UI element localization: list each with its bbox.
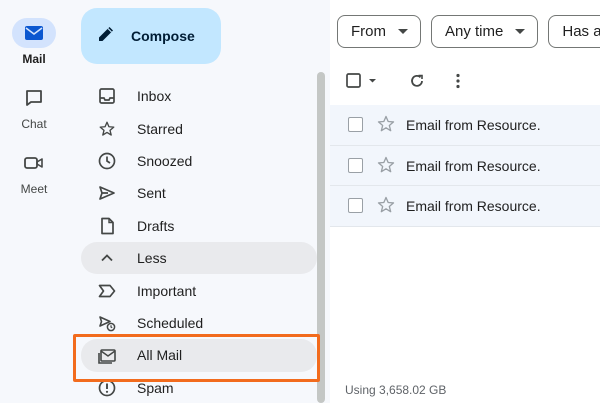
nav-item-scheduled[interactable]: Scheduled	[81, 307, 317, 339]
nav-item-label: Less	[137, 250, 167, 267]
nav-item-label: Snoozed	[137, 152, 193, 169]
nav-item-label: Inbox	[137, 88, 172, 105]
chip-label: From	[351, 23, 386, 40]
nav-item-label: Scheduled	[137, 314, 204, 331]
star-icon[interactable]	[376, 114, 396, 139]
chat-icon	[12, 83, 56, 113]
nav-item-label: Sent	[137, 185, 166, 202]
rail-label: Meet	[20, 182, 48, 196]
email-row[interactable]: Email from Resource.	[330, 105, 600, 146]
star-icon[interactable]	[376, 195, 396, 220]
nav-item-label: All Mail	[137, 347, 183, 364]
filter-has-chip[interactable]: Has a	[548, 15, 600, 48]
nav-sidebar: Compose Inbox Starred Snoozed Sent Draft…	[68, 0, 330, 403]
nav-item-starred[interactable]: Starred	[81, 112, 317, 144]
compose-button[interactable]: Compose	[81, 8, 221, 64]
list-toolbar	[330, 64, 600, 96]
more-vert-icon[interactable]	[448, 71, 468, 91]
row-checkbox[interactable]	[348, 198, 363, 214]
chevron-up-icon	[97, 248, 117, 268]
email-row[interactable]: Email from Resource.	[330, 186, 600, 228]
inbox-icon	[97, 86, 117, 106]
compose-label: Compose	[131, 28, 195, 44]
chip-label: Any time	[445, 23, 504, 40]
star-icon[interactable]	[376, 155, 396, 180]
rail-item-chat[interactable]: Chat	[0, 83, 68, 131]
nav-item-all-mail[interactable]: All Mail	[81, 339, 317, 372]
nav-item-less[interactable]: Less	[81, 241, 317, 275]
select-all-checkbox[interactable]	[346, 72, 376, 90]
nav-list: Inbox Starred Snoozed Sent Drafts Less I…	[81, 80, 317, 403]
chip-label: Has a	[562, 23, 600, 40]
mail-icon	[12, 18, 56, 48]
star-icon	[97, 119, 117, 139]
send-icon	[97, 183, 117, 203]
nav-item-drafts[interactable]: Drafts	[81, 210, 317, 242]
email-list: Email from Resource. Email from Resource…	[330, 105, 600, 228]
app-rail: Mail Chat Meet	[0, 0, 68, 403]
filter-from-chip[interactable]: From	[337, 15, 421, 48]
pencil-icon	[95, 23, 117, 50]
caret-down-icon	[398, 29, 408, 34]
rail-item-meet[interactable]: Meet	[0, 148, 68, 196]
nav-item-label: Drafts	[137, 217, 175, 234]
refresh-icon[interactable]	[407, 71, 427, 91]
nav-item-label: Starred	[137, 120, 183, 137]
meet-icon	[12, 148, 56, 178]
row-checkbox[interactable]	[348, 117, 363, 132]
nav-item-sent[interactable]: Sent	[81, 177, 317, 209]
storage-usage: Using 3,658.02 GB	[345, 383, 447, 397]
nav-item-snoozed[interactable]: Snoozed	[81, 145, 317, 177]
email-subject: Email from Resource.	[406, 157, 541, 174]
filter-bar: From Any time Has a	[337, 15, 600, 49]
rail-label: Chat	[21, 117, 47, 131]
rail-item-mail[interactable]: Mail	[0, 18, 68, 66]
caret-down-icon	[515, 29, 526, 34]
all-mail-icon	[97, 345, 117, 365]
main-panel: From Any time Has a Email from Resource.	[330, 0, 600, 403]
nav-item-label: Spam	[137, 379, 174, 396]
email-row[interactable]: Email from Resource.	[330, 145, 600, 187]
nav-item-important[interactable]: Important	[81, 274, 317, 306]
draft-icon	[97, 216, 117, 236]
scheduled-icon	[97, 313, 117, 333]
nav-item-spam[interactable]: Spam	[81, 372, 317, 403]
filter-time-chip[interactable]: Any time	[431, 15, 539, 48]
nav-item-inbox[interactable]: Inbox	[81, 80, 317, 112]
spam-icon	[97, 378, 117, 398]
rail-label: Mail	[22, 52, 46, 66]
row-checkbox[interactable]	[348, 157, 363, 173]
clock-icon	[97, 151, 117, 171]
email-subject: Email from Resource.	[406, 198, 541, 215]
important-icon	[97, 281, 117, 301]
nav-scrollbar[interactable]	[317, 72, 325, 403]
email-subject: Email from Resource.	[406, 116, 541, 133]
nav-item-label: Important	[137, 282, 197, 299]
